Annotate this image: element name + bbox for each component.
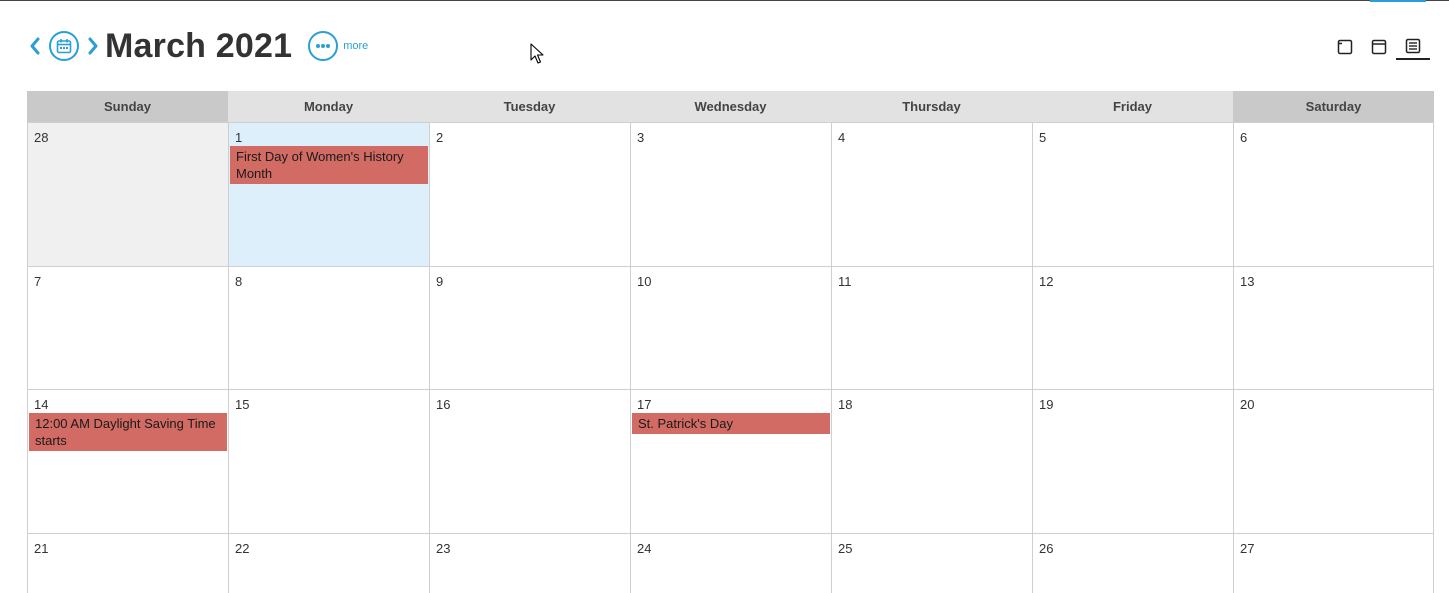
weekday-header: Saturday [1233, 91, 1434, 122]
day-cell[interactable]: 3 [630, 123, 831, 266]
week-view-icon [1371, 39, 1387, 55]
day-number: 3 [637, 130, 645, 145]
day-cell[interactable]: 12 [1032, 267, 1233, 389]
day-cell[interactable]: 25 [831, 534, 1032, 593]
calendar-event[interactable]: First Day of Women's History Month [230, 146, 428, 184]
top-accent-bar [1370, 0, 1426, 2]
more-button[interactable] [308, 31, 339, 61]
day-number: 23 [436, 541, 451, 556]
day-cell[interactable]: 13 [1233, 267, 1434, 389]
day-number: 16 [436, 397, 451, 412]
month-view-button[interactable] [1396, 34, 1430, 60]
day-cell[interactable]: 24 [630, 534, 831, 593]
day-cell-today[interactable]: 1 First Day of Women's History Month [228, 123, 429, 266]
day-number: 4 [838, 130, 846, 145]
day-cell[interactable]: 2 [429, 123, 630, 266]
weekday-header: Wednesday [630, 91, 831, 122]
day-cell[interactable]: 10 [630, 267, 831, 389]
day-cell[interactable]: 19 [1032, 390, 1233, 533]
day-number: 9 [436, 274, 444, 289]
mouse-pointer-icon [530, 43, 544, 64]
day-cell[interactable]: 26 [1032, 534, 1233, 593]
day-number: 5 [1039, 130, 1047, 145]
chevron-left-icon [30, 37, 40, 55]
day-number: 22 [235, 541, 250, 556]
day-number: 21 [34, 541, 49, 556]
day-cell[interactable]: 14 12:00 AM Daylight Saving Time starts [27, 390, 228, 533]
day-number: 27 [1240, 541, 1255, 556]
day-cell[interactable]: 22 [228, 534, 429, 593]
month-grid: Sunday Monday Tuesday Wednesday Thursday… [27, 91, 1434, 593]
day-cell[interactable]: 17 St. Patrick's Day [630, 390, 831, 533]
day-number: 12 [1039, 274, 1054, 289]
top-border [0, 0, 1449, 1]
weekday-header: Tuesday [429, 91, 630, 122]
day-number: 28 [34, 130, 49, 145]
day-cell[interactable]: 4 [831, 123, 1032, 266]
day-number: 26 [1039, 541, 1054, 556]
day-number: 19 [1039, 397, 1054, 412]
day-view-button[interactable] [1328, 34, 1362, 60]
view-switcher [1328, 34, 1430, 60]
day-number: 17 [637, 397, 652, 412]
calendar-event[interactable]: St. Patrick's Day [632, 413, 830, 434]
day-cell[interactable]: 15 [228, 390, 429, 533]
day-number: 6 [1240, 130, 1248, 145]
day-cell[interactable]: 8 [228, 267, 429, 389]
day-number: 10 [637, 274, 652, 289]
weekday-header-row: Sunday Monday Tuesday Wednesday Thursday… [27, 91, 1434, 122]
day-cell[interactable]: 20 [1233, 390, 1434, 533]
week-row: 7 8 9 10 11 12 13 [27, 266, 1434, 389]
weekday-header: Sunday [27, 91, 228, 122]
weekday-header: Monday [228, 91, 429, 122]
calendar-icon [56, 39, 72, 54]
day-cell[interactable]: 7 [27, 267, 228, 389]
next-month-button[interactable] [85, 34, 101, 58]
weekday-header: Thursday [831, 91, 1032, 122]
day-cell[interactable]: 9 [429, 267, 630, 389]
day-number: 1 [235, 130, 243, 145]
previous-month-button[interactable] [27, 34, 43, 58]
day-number: 2 [436, 130, 444, 145]
day-number: 13 [1240, 274, 1255, 289]
day-view-icon [1337, 39, 1353, 55]
day-cell[interactable]: 16 [429, 390, 630, 533]
day-cell[interactable]: 11 [831, 267, 1032, 389]
day-number: 20 [1240, 397, 1255, 412]
weekday-header: Friday [1032, 91, 1233, 122]
week-row: 21 22 23 24 25 26 27 [27, 533, 1434, 593]
calendar-header: March 2021 more [27, 26, 368, 66]
day-number: 7 [34, 274, 42, 289]
day-number: 8 [235, 274, 243, 289]
calendar-event[interactable]: 12:00 AM Daylight Saving Time starts [29, 413, 227, 451]
month-view-icon [1405, 38, 1421, 54]
week-row: 28 1 First Day of Women's History Month … [27, 122, 1434, 266]
week-view-button[interactable] [1362, 34, 1396, 60]
day-number: 15 [235, 397, 250, 412]
ellipsis-icon [316, 44, 331, 48]
week-row: 14 12:00 AM Daylight Saving Time starts … [27, 389, 1434, 533]
day-number: 18 [838, 397, 853, 412]
more-link[interactable]: more [343, 40, 368, 52]
day-cell[interactable]: 5 [1032, 123, 1233, 266]
day-cell[interactable]: 23 [429, 534, 630, 593]
day-number: 24 [637, 541, 652, 556]
day-number: 11 [838, 274, 852, 289]
today-button[interactable] [49, 31, 79, 61]
month-title: March 2021 [105, 26, 293, 65]
day-number: 14 [34, 397, 49, 412]
day-cell[interactable]: 28 [27, 123, 228, 266]
day-cell[interactable]: 18 [831, 390, 1032, 533]
day-cell[interactable]: 27 [1233, 534, 1434, 593]
chevron-right-icon [88, 37, 98, 55]
day-number: 25 [838, 541, 853, 556]
day-cell[interactable]: 21 [27, 534, 228, 593]
day-cell[interactable]: 6 [1233, 123, 1434, 266]
